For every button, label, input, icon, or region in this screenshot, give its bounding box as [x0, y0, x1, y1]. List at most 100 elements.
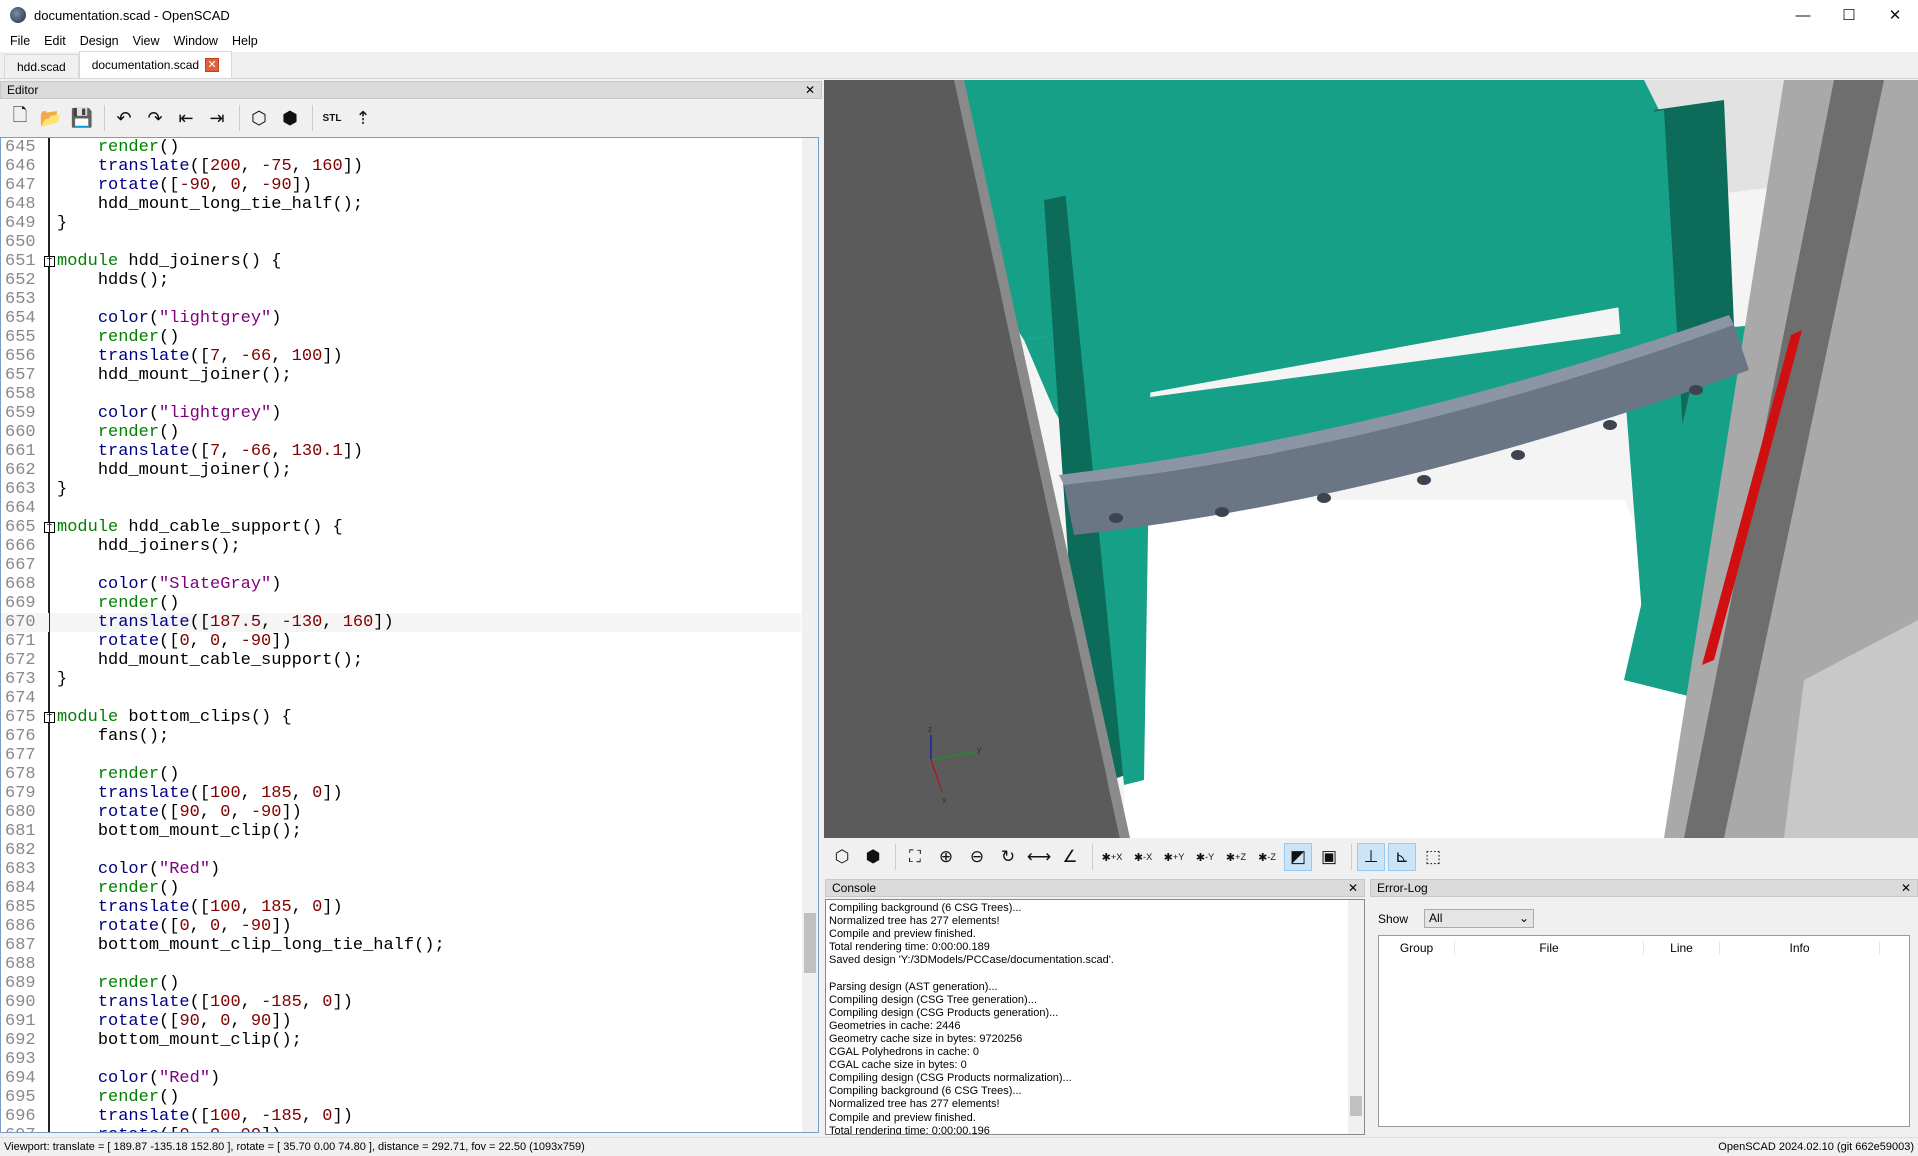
code-line[interactable]: 645 render(): [1, 138, 801, 157]
close-editor-button[interactable]: ✕: [805, 83, 815, 97]
view-front-icon[interactable]: ✱ -Y: [1191, 843, 1219, 871]
tab-documentation-scad[interactable]: documentation.scad ✕: [78, 51, 233, 78]
orthogonal-icon[interactable]: ▣: [1315, 843, 1343, 871]
code-editor[interactable]: 645 render() 646 translate([200, -75, 160…: [0, 137, 819, 1133]
view-right-icon[interactable]: ✱ +X: [1098, 843, 1126, 871]
open-file-icon[interactable]: 📂: [37, 104, 65, 132]
maximize-button[interactable]: ☐: [1826, 0, 1872, 30]
code-line[interactable]: 686 rotate([0, 0, -90]): [1, 917, 801, 936]
minimize-button[interactable]: —: [1780, 0, 1826, 30]
tab-hdd-scad[interactable]: hdd.scad: [4, 54, 79, 78]
menu-window[interactable]: Window: [168, 34, 224, 48]
code-line[interactable]: 670 translate([187.5, -130, 160]): [1, 613, 801, 632]
scrollbar-thumb[interactable]: [804, 913, 816, 973]
render-icon[interactable]: ⬢: [859, 843, 887, 871]
code-line[interactable]: 663}: [1, 480, 801, 499]
code-line[interactable]: 667: [1, 556, 801, 575]
preview-icon[interactable]: ⬡: [245, 104, 273, 132]
show-edges-icon[interactable]: ⬚: [1419, 843, 1447, 871]
close-error-log-button[interactable]: ✕: [1901, 881, 1911, 895]
measure-distance-icon[interactable]: ⟷: [1025, 843, 1053, 871]
render-icon[interactable]: ⬢: [276, 104, 304, 132]
code-line[interactable]: 688: [1, 955, 801, 974]
code-line[interactable]: 680 rotate([90, 0, -90]): [1, 803, 801, 822]
code-line[interactable]: 655 render(): [1, 328, 801, 347]
send-to-3d-print-icon[interactable]: ⇡: [349, 104, 377, 132]
code-line[interactable]: 696 translate([100, -185, 0]): [1, 1107, 801, 1126]
code-line[interactable]: 665−module hdd_cable_support() {: [1, 518, 801, 537]
code-line[interactable]: 648 hdd_mount_long_tie_half();: [1, 195, 801, 214]
view-back-icon[interactable]: ✱ +Y: [1160, 843, 1188, 871]
export-stl-icon[interactable]: STL: [318, 104, 346, 132]
code-line[interactable]: 672 hdd_mount_cable_support();: [1, 651, 801, 670]
scrollbar-thumb[interactable]: [1350, 1096, 1362, 1116]
console-output[interactable]: Compiling background (6 CSG Trees)... Nor…: [825, 899, 1365, 1135]
indent-icon[interactable]: ⇥: [203, 104, 231, 132]
code-line[interactable]: 674: [1, 689, 801, 708]
view-bottom-icon[interactable]: ✱ -Z: [1253, 843, 1281, 871]
menu-design[interactable]: Design: [74, 34, 125, 48]
code-line[interactable]: 660 render(): [1, 423, 801, 442]
code-line[interactable]: 647 rotate([-90, 0, -90]): [1, 176, 801, 195]
code-line[interactable]: 692 bottom_mount_clip();: [1, 1031, 801, 1050]
perspective-icon[interactable]: ◩: [1284, 843, 1312, 871]
code-line[interactable]: 677: [1, 746, 801, 765]
editor-scrollbar[interactable]: [802, 138, 818, 1132]
code-line[interactable]: 697 rotate([0, 0, 90]): [1, 1126, 801, 1132]
close-console-button[interactable]: ✕: [1348, 881, 1358, 895]
console-scrollbar[interactable]: [1348, 900, 1364, 1134]
menu-edit[interactable]: Edit: [38, 34, 72, 48]
code-line[interactable]: 690 translate([100, -185, 0]): [1, 993, 801, 1012]
column-header-file[interactable]: File: [1455, 941, 1644, 955]
column-header-group[interactable]: Group: [1379, 941, 1455, 955]
new-file-icon[interactable]: 🗋: [6, 104, 34, 132]
code-line[interactable]: 687 bottom_mount_clip_long_tie_half();: [1, 936, 801, 955]
menu-file[interactable]: File: [4, 34, 36, 48]
close-window-button[interactable]: ✕: [1872, 0, 1918, 30]
code-line[interactable]: 681 bottom_mount_clip();: [1, 822, 801, 841]
code-line[interactable]: 668 color("SlateGray"): [1, 575, 801, 594]
code-line[interactable]: 683 color("Red"): [1, 860, 801, 879]
code-line[interactable]: 662 hdd_mount_joiner();: [1, 461, 801, 480]
code-line[interactable]: 664: [1, 499, 801, 518]
code-line[interactable]: 689 render(): [1, 974, 801, 993]
view-all-icon[interactable]: ⛶: [901, 843, 929, 871]
undo-icon[interactable]: ↶: [110, 104, 138, 132]
code-line[interactable]: 682: [1, 841, 801, 860]
code-line[interactable]: 676 fans();: [1, 727, 801, 746]
3d-viewport[interactable]: z y x: [824, 80, 1918, 838]
column-header-info[interactable]: Info: [1720, 941, 1880, 955]
code-line[interactable]: 652 hdds();: [1, 271, 801, 290]
unindent-icon[interactable]: ⇤: [172, 104, 200, 132]
zoom-in-icon[interactable]: ⊕: [932, 843, 960, 871]
close-tab-icon[interactable]: ✕: [205, 58, 220, 72]
zoom-out-icon[interactable]: ⊖: [963, 843, 991, 871]
preview-icon[interactable]: ⬡: [828, 843, 856, 871]
code-line[interactable]: 685 translate([100, 185, 0]): [1, 898, 801, 917]
code-line[interactable]: 657 hdd_mount_joiner();: [1, 366, 801, 385]
menu-help[interactable]: Help: [226, 34, 264, 48]
code-line[interactable]: 695 render(): [1, 1088, 801, 1107]
code-line[interactable]: 649}: [1, 214, 801, 233]
column-header-line[interactable]: Line: [1644, 941, 1720, 955]
reset-view-icon[interactable]: ↻: [994, 843, 1022, 871]
code-line[interactable]: 684 render(): [1, 879, 801, 898]
code-line[interactable]: 651−module hdd_joiners() {: [1, 252, 801, 271]
code-line[interactable]: 675−module bottom_clips() {: [1, 708, 801, 727]
code-line[interactable]: 693: [1, 1050, 801, 1069]
redo-icon[interactable]: ↷: [141, 104, 169, 132]
code-line[interactable]: 658: [1, 385, 801, 404]
code-line[interactable]: 654 color("lightgrey"): [1, 309, 801, 328]
menu-view[interactable]: View: [127, 34, 166, 48]
view-left-icon[interactable]: ✱ -X: [1129, 843, 1157, 871]
code-line[interactable]: 694 color("Red"): [1, 1069, 801, 1088]
measure-angle-icon[interactable]: ∠: [1056, 843, 1084, 871]
show-axes-icon[interactable]: ⊥: [1357, 843, 1385, 871]
view-top-icon[interactable]: ✱ +Z: [1222, 843, 1250, 871]
code-line[interactable]: 646 translate([200, -75, 160]): [1, 157, 801, 176]
code-line[interactable]: 653: [1, 290, 801, 309]
code-line[interactable]: 671 rotate([0, 0, -90]): [1, 632, 801, 651]
code-line[interactable]: 669 render(): [1, 594, 801, 613]
code-line[interactable]: 666 hdd_joiners();: [1, 537, 801, 556]
show-scale-markers-icon[interactable]: ⊾: [1388, 843, 1416, 871]
